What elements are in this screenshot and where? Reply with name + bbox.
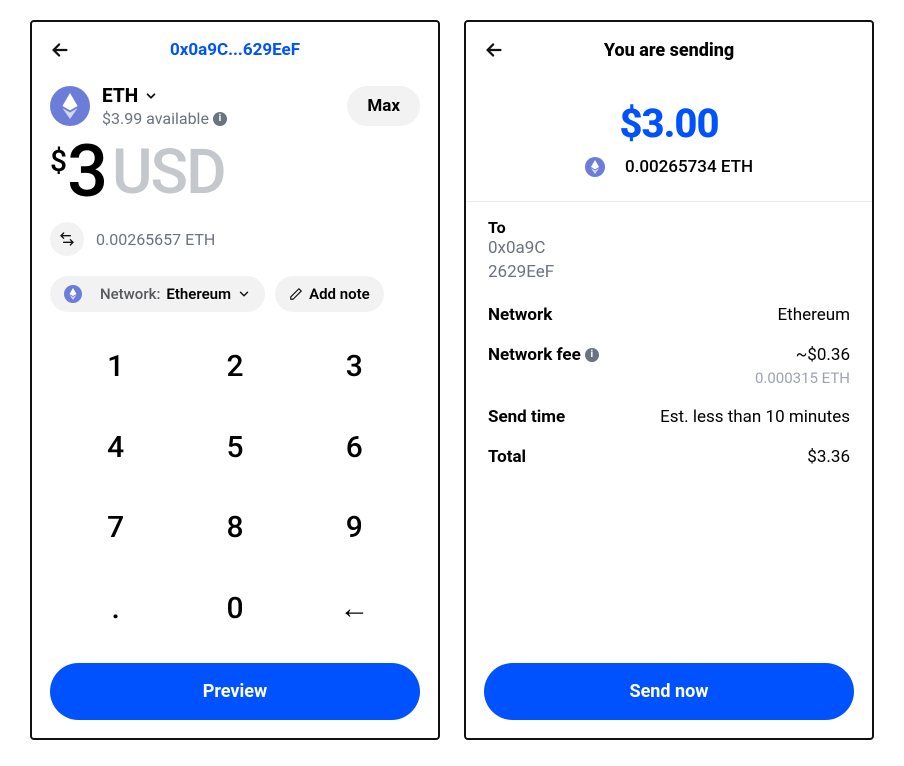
total-row: Total $3.36 [488,447,850,467]
amount-display: $ 3 USD [32,136,438,208]
fee-label: Network fee i [488,345,599,365]
swap-icon [59,231,75,247]
options-row: Network: Ethereum Add note [32,256,438,322]
header: 0x0a9C...629EeF [32,22,438,70]
key-8[interactable]: 8 [175,488,294,569]
asset-info: ETH $3.99 available i [102,84,347,128]
arrow-left-icon [49,39,71,61]
converted-row: 0.00265657 ETH [32,208,438,256]
key-1[interactable]: 1 [56,326,175,407]
arrow-left-icon [483,39,505,61]
network-label: Network [488,305,552,325]
to-row: To 0x0a9C 2629EeF [488,218,850,285]
header: You are sending [466,22,872,70]
sendtime-row: Send time Est. less than 10 minutes [488,407,850,427]
recipient-address-short[interactable]: 0x0a9C...629EeF [170,40,300,60]
asset-selector-row: ETH $3.99 available i Max [32,70,438,128]
send-amount-usd: $3.00 [466,100,872,147]
key-0[interactable]: 0 [175,568,294,649]
send-confirm-screen: You are sending $3.00 0.00265734 ETH To … [464,20,874,740]
add-note-button[interactable]: Add note [275,276,384,312]
page-title: You are sending [604,40,734,61]
network-selector[interactable]: Network: Ethereum [50,276,265,312]
fee-value: ~$0.36 0.000315 ETH [755,345,850,387]
key-dot[interactable]: . [56,568,175,649]
preview-button[interactable]: Preview [50,663,420,720]
total-value: $3.36 [807,447,850,467]
amount-currency: USD [112,142,225,204]
info-icon[interactable]: i [585,348,599,362]
asset-available: $3.99 available i [102,109,347,128]
eth-icon [50,86,90,126]
converted-amount: 0.00265657 ETH [96,230,215,249]
eth-icon [64,285,82,303]
key-2[interactable]: 2 [175,326,294,407]
chevron-down-icon [237,287,251,301]
key-3[interactable]: 3 [295,326,414,407]
key-7[interactable]: 7 [56,488,175,569]
to-label: To [488,218,850,237]
max-button[interactable]: Max [347,86,420,126]
network-value: Ethereum [778,305,851,325]
sendtime-label: Send time [488,407,565,427]
chevron-down-icon [144,89,158,103]
send-amount-crypto: 0.00265734 ETH [466,157,872,177]
pencil-icon [289,287,303,301]
key-4[interactable]: 4 [56,407,175,488]
eth-icon [585,157,605,177]
network-row: Network Ethereum [488,305,850,325]
back-button[interactable] [46,36,74,64]
sendtime-value: Est. less than 10 minutes [660,407,850,427]
details-list: To 0x0a9C 2629EeF Network Ethereum Netwo… [466,202,872,649]
keypad: 1 2 3 4 5 6 7 8 9 . 0 ← [32,326,438,649]
amount-value: 3 [67,136,106,208]
key-6[interactable]: 6 [295,407,414,488]
back-button[interactable] [480,36,508,64]
amount-summary: $3.00 0.00265734 ETH [466,70,872,201]
info-icon[interactable]: i [213,112,227,126]
send-entry-screen: 0x0a9C...629EeF ETH $3.99 available i Ma… [30,20,440,740]
total-label: Total [488,447,526,467]
fee-row: Network fee i ~$0.36 0.000315 ETH [488,345,850,387]
key-9[interactable]: 9 [295,488,414,569]
amount-prefix: $ [50,144,67,179]
send-now-button[interactable]: Send now [484,663,854,720]
swap-currency-button[interactable] [50,222,84,256]
key-5[interactable]: 5 [175,407,294,488]
asset-selector[interactable]: ETH [102,84,347,107]
to-address: 0x0a9C 2629EeF [488,237,850,285]
key-backspace[interactable]: ← [295,568,414,649]
asset-symbol: ETH [102,84,138,107]
